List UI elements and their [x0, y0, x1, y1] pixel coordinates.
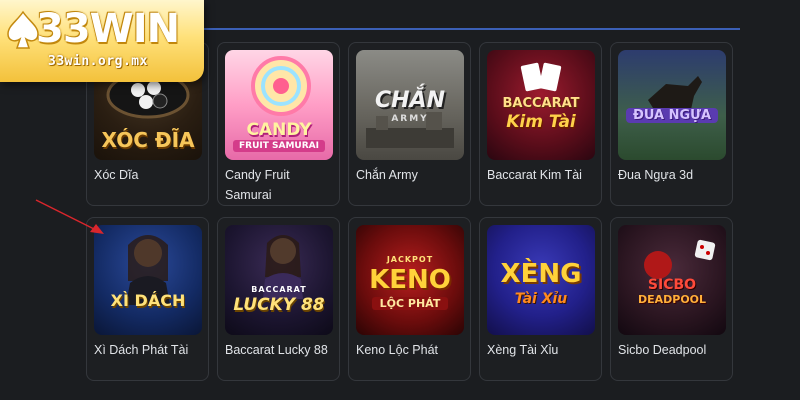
thumb-title: SICBO: [647, 277, 697, 293]
game-card-keno-loc-phat[interactable]: JACKPOT KENO LỘC PHÁT Keno Lộc Phát: [348, 217, 471, 381]
thumb-title: BACCARAT: [502, 96, 580, 111]
red-arrow-icon: [35, 199, 104, 234]
game-card-xeng-tai-xiu[interactable]: XÈNG Tài Xỉu Xèng Tài Xỉu: [479, 217, 602, 381]
game-label[interactable]: Xóc Dĩa: [94, 165, 204, 185]
game-label[interactable]: Keno Lộc Phát: [356, 340, 466, 360]
game-label[interactable]: Sicbo Deadpool: [618, 340, 728, 360]
game-thumbnail[interactable]: CHẮN ARMY: [356, 50, 464, 160]
game-thumbnail[interactable]: XÈNG Tài Xỉu: [487, 225, 595, 335]
thumb-subtitle: Kim Tài: [506, 112, 576, 132]
thumb-subtitle: LỘC PHÁT: [372, 297, 448, 310]
thumb-title: CANDY: [246, 120, 312, 140]
game-thumbnail[interactable]: XÌ DÁCH: [94, 225, 202, 335]
game-thumbnail[interactable]: ĐUA NGỰA: [618, 50, 726, 160]
game-card-chan-army[interactable]: CHẮN ARMY Chắn Army: [348, 42, 471, 206]
game-label[interactable]: Chắn Army: [356, 165, 466, 185]
thumb-title: XÈNG: [500, 259, 582, 289]
game-thumbnail[interactable]: BACCARAT LUCKY 88: [225, 225, 333, 335]
logo-wordmark: 33WIN: [36, 6, 180, 52]
game-card-sicbo-deadpool[interactable]: SICBO DEADPOOL Sicbo Deadpool: [610, 217, 733, 381]
thumb-title: LUCKY 88: [233, 295, 325, 315]
game-card-baccarat-lucky-88[interactable]: BACCARAT LUCKY 88 Baccarat Lucky 88: [217, 217, 340, 381]
game-card-dua-ngua-3d[interactable]: ĐUA NGỰA Đua Ngựa 3d: [610, 42, 733, 206]
game-card-xi-dach-phat-tai[interactable]: XÌ DÁCH Xì Dách Phát Tài: [86, 217, 209, 381]
thumb-badge: JACKPOT: [386, 255, 434, 264]
game-thumbnail[interactable]: JACKPOT KENO LỘC PHÁT: [356, 225, 464, 335]
thumb-subtitle: ARMY: [391, 114, 429, 124]
game-thumbnail[interactable]: BACCARAT Kim Tài: [487, 50, 595, 160]
game-label[interactable]: Candy Fruit Samurai: [225, 165, 335, 205]
thumb-title: XÌ DÁCH: [110, 291, 186, 310]
game-thumbnail[interactable]: SICBO DEADPOOL: [618, 225, 726, 335]
game-label[interactable]: Baccarat Kim Tài: [487, 165, 597, 185]
game-card-baccarat-kim-tai[interactable]: BACCARAT Kim Tài Baccarat Kim Tài: [479, 42, 602, 206]
game-label[interactable]: Baccarat Lucky 88: [225, 340, 335, 360]
game-thumbnail[interactable]: CANDY FRUIT SAMURAI: [225, 50, 333, 160]
thumb-subtitle: DEADPOOL: [637, 293, 707, 306]
thumb-title: XÓC ĐĨA: [101, 128, 195, 152]
game-label[interactable]: Xèng Tài Xỉu: [487, 340, 597, 360]
horse-icon: [648, 76, 702, 116]
header-divider: [200, 28, 740, 30]
spade-icon: [7, 10, 39, 49]
site-logo[interactable]: 33WIN 33win.org.mx: [0, 0, 204, 82]
thumb-title: KENO: [369, 265, 451, 295]
dealer-icon: [263, 235, 303, 299]
dealer-icon: [126, 235, 170, 305]
thumb-subtitle: Tài Xỉu: [514, 291, 568, 307]
game-card-candy-fruit-samurai[interactable]: CANDY FRUIT SAMURAI Candy Fruit Samurai: [217, 42, 340, 206]
thumb-subtitle: BACCARAT: [251, 285, 307, 294]
game-label[interactable]: Đua Ngựa 3d: [618, 165, 728, 185]
logo-url: 33win.org.mx: [48, 54, 148, 69]
thumb-title: ĐUA NGỰA: [626, 108, 718, 123]
game-label[interactable]: Xì Dách Phát Tài: [94, 340, 204, 360]
thumb-title: CHẮN: [375, 88, 445, 113]
thumb-subtitle: FRUIT SAMURAI: [233, 140, 325, 152]
